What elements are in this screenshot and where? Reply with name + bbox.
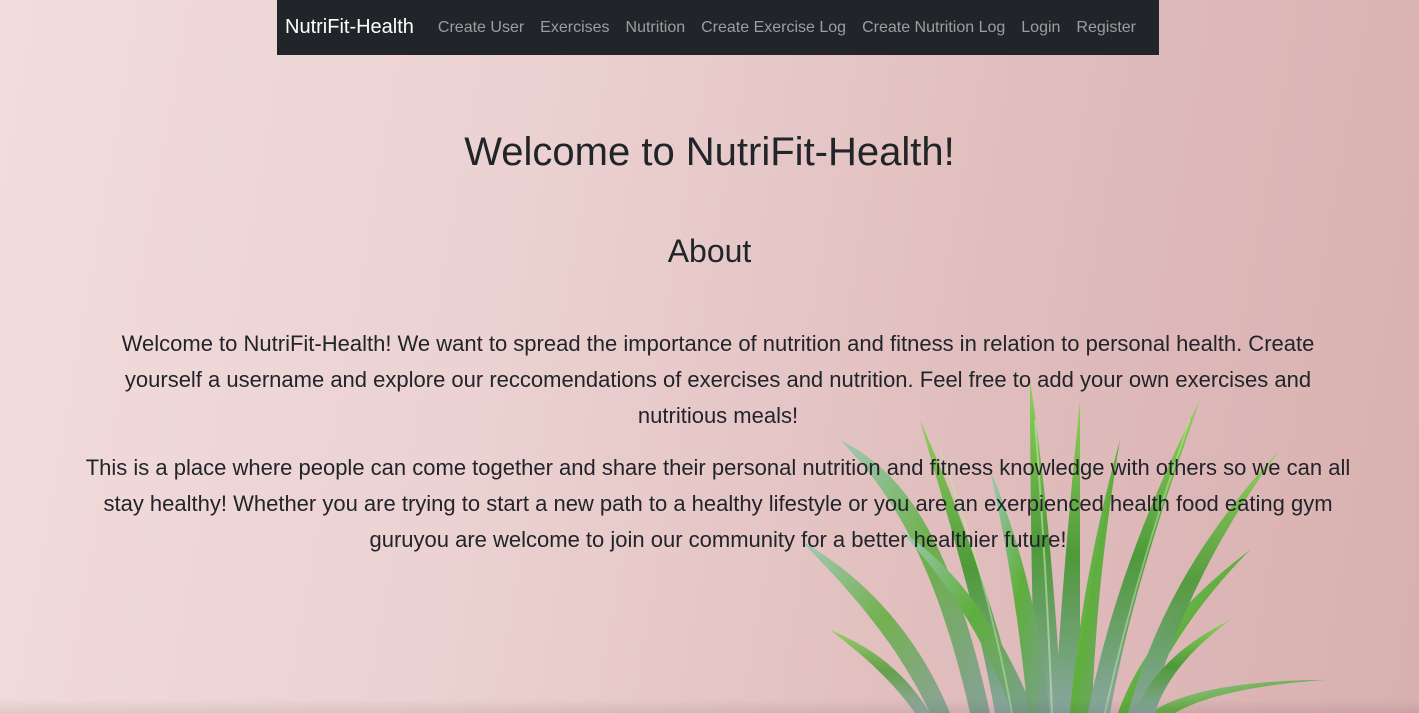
nav-link-register[interactable]: Register [1068,19,1144,37]
nav-link-login[interactable]: Login [1013,19,1068,37]
bottom-shadow [0,699,1419,713]
about-paragraph-2: This is a place where people can come to… [85,455,1351,552]
about-heading: About [667,233,752,269]
nav-link-exercises[interactable]: Exercises [532,19,617,37]
nav-links: Create User Exercises Nutrition Create E… [430,19,1144,37]
about-paragraph-1: Welcome to NutriFit-Health! We want to s… [121,331,1315,428]
brand-link[interactable]: NutriFit-Health [285,16,414,39]
nav-link-create-user[interactable]: Create User [430,19,532,37]
nav-link-nutrition[interactable]: Nutrition [618,19,694,37]
top-navbar: NutriFit-Health Create User Exercises Nu… [277,0,1159,55]
page-title: Welcome to NutriFit-Health! [464,130,955,174]
nav-link-create-nutrition-log[interactable]: Create Nutrition Log [854,19,1013,37]
nav-link-create-exercise-log[interactable]: Create Exercise Log [693,19,854,37]
